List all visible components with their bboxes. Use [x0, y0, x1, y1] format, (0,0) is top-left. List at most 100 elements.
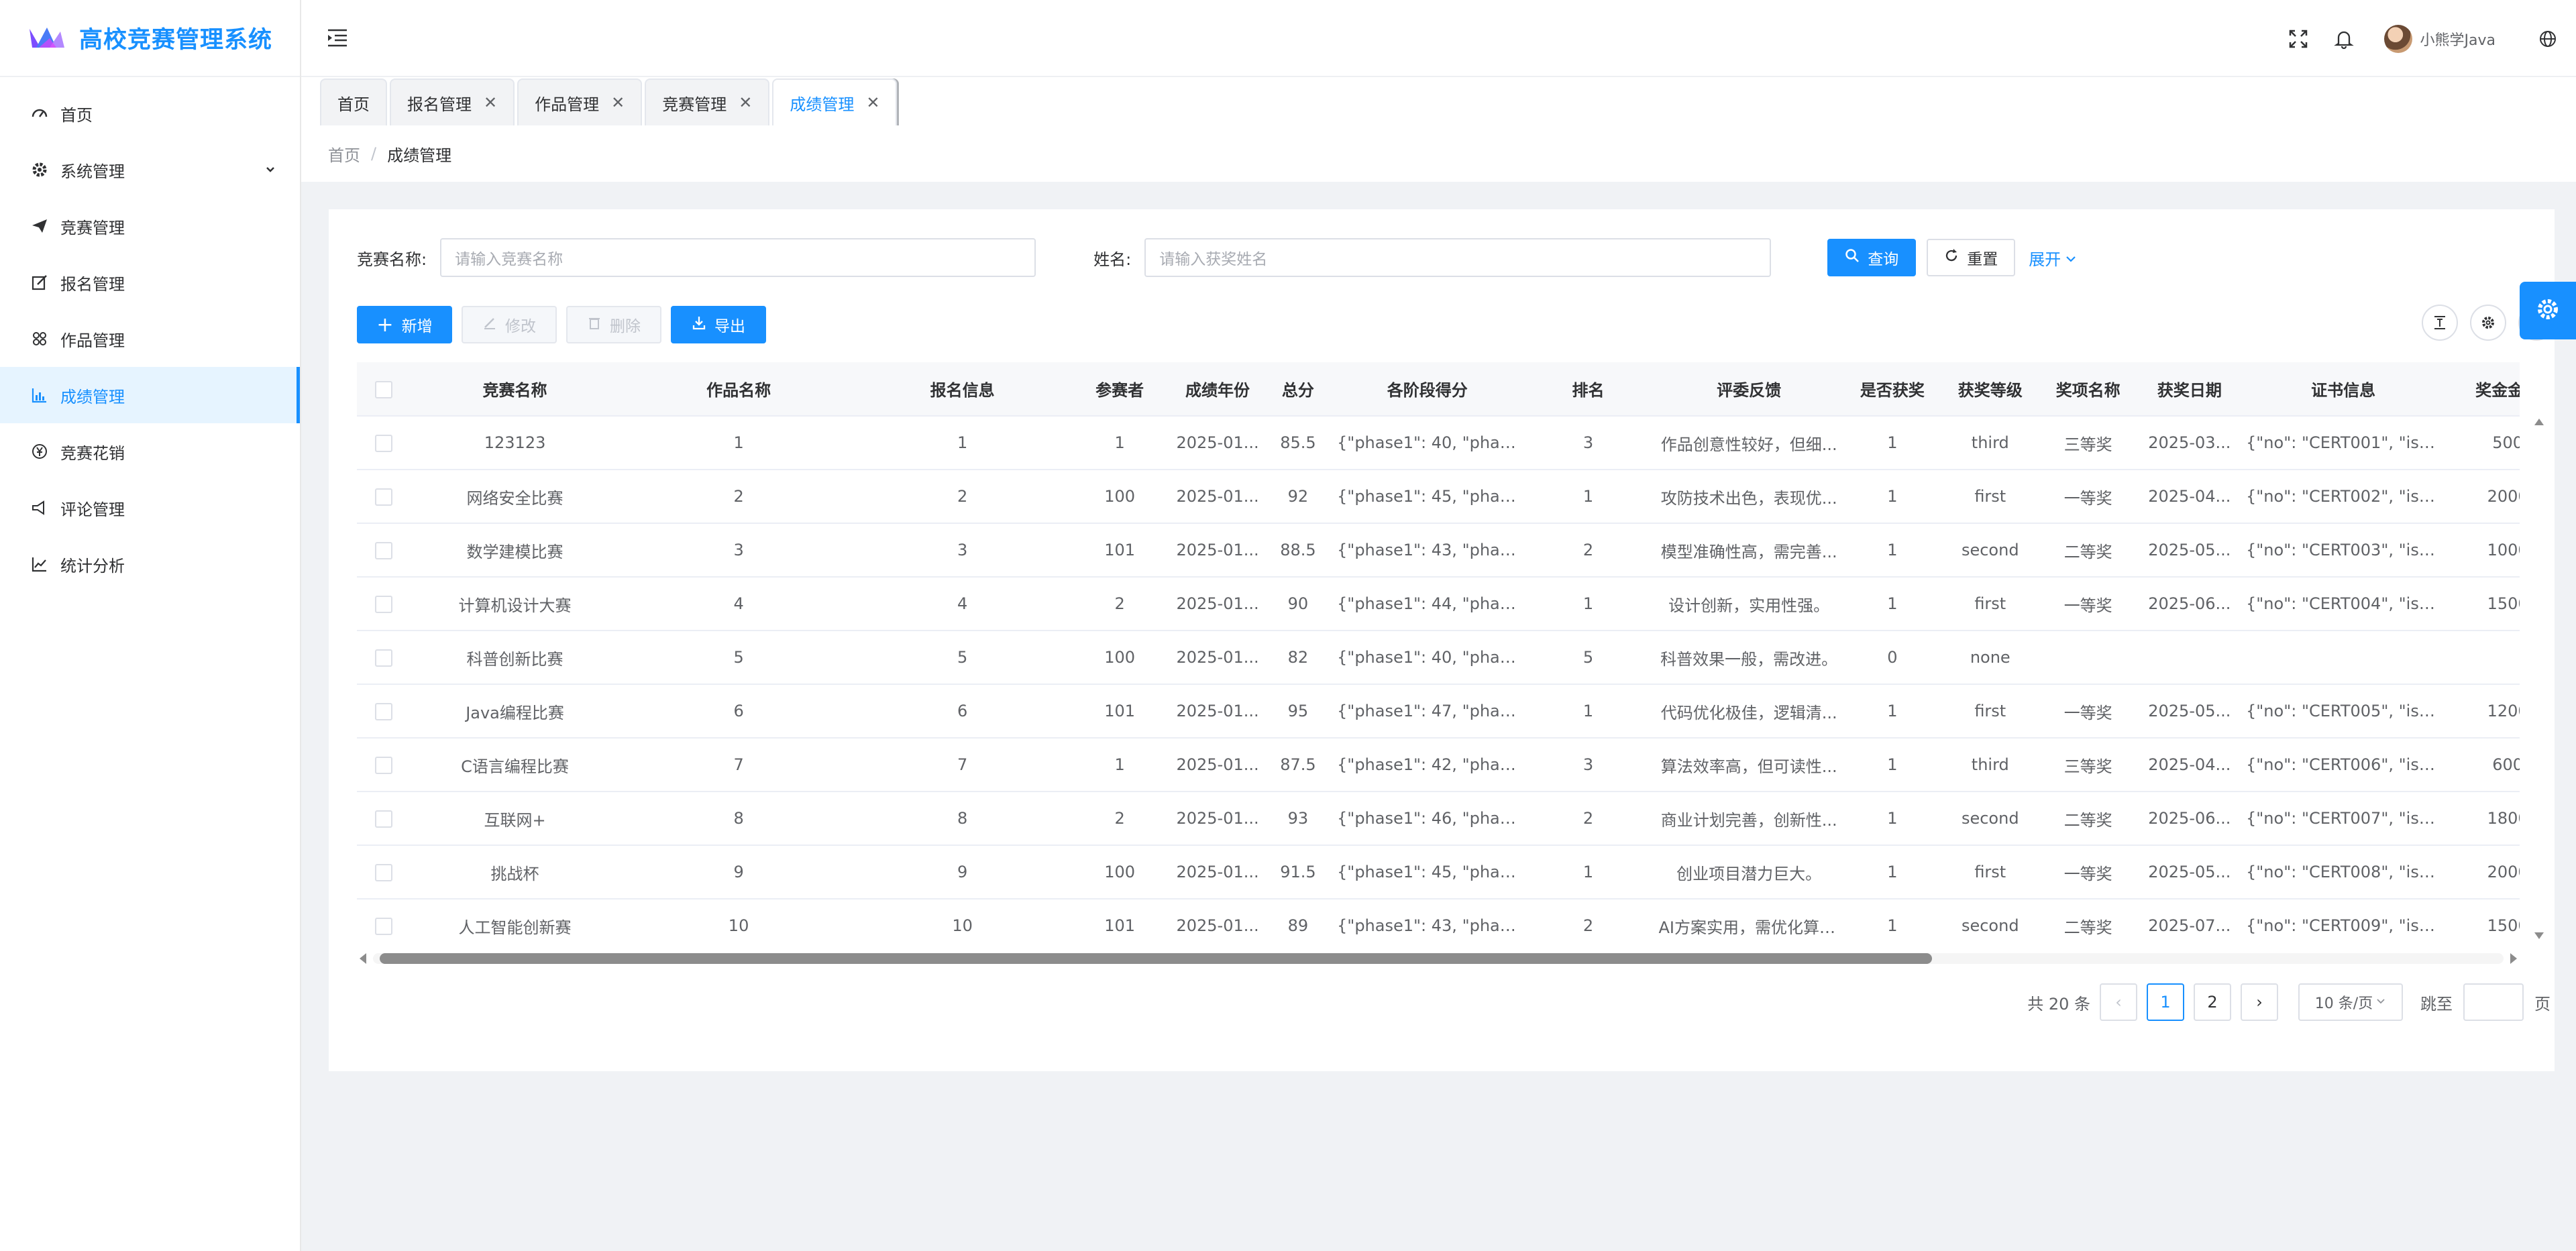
table-cell: 1500 — [2445, 899, 2520, 946]
select-all-checkbox[interactable] — [357, 362, 411, 417]
winner-name-input[interactable]: 请输入获奖姓名 — [1144, 238, 1772, 277]
column-header[interactable]: 排名 — [1521, 362, 1655, 417]
row-checkbox[interactable] — [357, 470, 411, 524]
row-checkbox[interactable] — [357, 577, 411, 631]
table-cell: 500 — [2445, 416, 2520, 470]
query-button[interactable]: 查询 — [1827, 239, 1917, 276]
export-button[interactable]: 导出 — [671, 306, 766, 343]
reset-button[interactable]: 重置 — [1927, 239, 2016, 276]
column-header[interactable]: 奖金金额 — [2445, 362, 2520, 417]
column-header[interactable]: 作品名称 — [619, 362, 858, 417]
close-icon[interactable]: ✕ — [739, 93, 752, 112]
close-icon[interactable]: ✕ — [866, 93, 879, 112]
tab-home[interactable]: 首页 — [320, 78, 387, 125]
delete-button[interactable]: 删除 — [566, 306, 661, 343]
sidebar-item-expenses[interactable]: 竞赛花销 — [0, 423, 300, 480]
table-row[interactable]: 123123 1 1 1 2025-01... 85.5 {"phase1": 40, "p… — [357, 416, 2520, 470]
table-cell: 一等奖 — [2039, 577, 2137, 631]
add-button[interactable]: + 新增 — [357, 306, 452, 343]
sidebar-item-competition[interactable]: 竞赛管理 — [0, 198, 300, 254]
table-row[interactable]: 网络安全比赛 2 2 100 2025-01... 92 {"phase1": 45, "p… — [357, 470, 2520, 524]
sidebar-item-comments[interactable]: 评论管理 — [0, 480, 300, 536]
table-row[interactable]: 数学建模比赛 3 3 101 2025-01... 88.5 {"phase1": 43, … — [357, 523, 2520, 578]
row-checkbox[interactable] — [357, 631, 411, 685]
menu-collapse-icon[interactable] — [325, 25, 350, 50]
sidebar-item-system[interactable]: 系统管理 — [0, 142, 300, 198]
breadcrumb-home[interactable]: 首页 — [328, 142, 360, 166]
jump-page-input[interactable] — [2463, 983, 2524, 1021]
page-1-button[interactable]: 1 — [2147, 983, 2184, 1021]
sidebar-item-works[interactable]: 作品管理 — [0, 311, 300, 367]
tab-competition[interactable]: 竞赛管理 ✕ — [645, 78, 770, 125]
competition-name-input[interactable]: 请输入竞赛名称 — [440, 238, 1036, 277]
globe-icon[interactable] — [2536, 27, 2560, 51]
tab-registration[interactable]: 报名管理 ✕ — [390, 78, 515, 125]
table-row[interactable]: 互联网+ 8 8 2 2025-01... 93 {"phase1": 46, "phase… — [357, 792, 2520, 846]
column-header[interactable]: 参赛者 — [1067, 362, 1173, 417]
bell-icon[interactable] — [2332, 27, 2356, 51]
prev-page-button[interactable]: ‹ — [2100, 983, 2137, 1021]
column-header[interactable]: 是否获奖 — [1843, 362, 1941, 417]
table-cell: 1 — [1843, 738, 1941, 792]
column-height-icon[interactable] — [2422, 305, 2458, 341]
page-2-button[interactable]: 2 — [2194, 983, 2231, 1021]
sidebar-item-label: 统计分析 — [60, 556, 125, 576]
close-icon[interactable]: ✕ — [611, 93, 625, 112]
column-header[interactable]: 获奖日期 — [2137, 362, 2242, 417]
row-checkbox[interactable] — [357, 523, 411, 578]
expand-link[interactable]: 展开 — [2029, 246, 2077, 270]
column-header[interactable]: 成绩年份 — [1172, 362, 1263, 417]
table-row[interactable]: 科普创新比赛 5 5 100 2025-01... 82 {"phase1": 40, "p… — [357, 631, 2520, 685]
column-header[interactable]: 评委反馈 — [1654, 362, 1843, 417]
table-cell: 一等奖 — [2039, 684, 2137, 739]
total-count: 共 20 条 — [2027, 994, 2090, 1014]
row-checkbox[interactable] — [357, 845, 411, 900]
table-row[interactable]: 人工智能创新赛 10 10 101 2025-01... 89 {"phase1": 43,… — [357, 899, 2520, 946]
settings-icon[interactable] — [2470, 305, 2506, 341]
close-icon[interactable]: ✕ — [484, 93, 497, 112]
row-checkbox[interactable] — [357, 792, 411, 846]
row-checkbox[interactable] — [357, 899, 411, 946]
logo[interactable]: 高校竞赛管理系统 — [0, 0, 300, 77]
sidebar-item-home[interactable]: 首页 — [0, 85, 300, 142]
theme-settings-button[interactable] — [2520, 282, 2576, 339]
table-cell: 2025-01... — [1172, 470, 1263, 524]
chevron-down-icon — [2065, 250, 2077, 269]
row-checkbox[interactable] — [357, 416, 411, 470]
scores-table-container[interactable]: 竞赛名称 作品名称 报名信息 参赛者 成绩年份 总分 各阶段得分 排名 评委反馈… — [357, 362, 2520, 946]
table-cell: 10 — [857, 899, 1067, 946]
column-header[interactable]: 证书信息 — [2242, 362, 2445, 417]
page-size-select[interactable]: 10 条/页 — [2298, 983, 2403, 1021]
horizontal-scrollbar[interactable] — [357, 947, 2520, 967]
table-cell: 10 — [619, 899, 858, 946]
user-menu[interactable]: 小熊学Java — [2383, 24, 2496, 53]
scrollbar-thumb[interactable] — [380, 953, 1932, 964]
edit-button-label: 修改 — [505, 318, 536, 335]
sidebar-item-registration[interactable]: 报名管理 — [0, 254, 300, 311]
table-row[interactable]: Java编程比赛 6 6 101 2025-01... 95 {"phase1": 47, … — [357, 684, 2520, 739]
table-row[interactable]: 挑战杯 9 9 100 2025-01... 91.5 {"phase1": 45, "ph… — [357, 845, 2520, 900]
column-header[interactable]: 各阶段得分 — [1333, 362, 1522, 417]
table-cell: 101 — [1067, 684, 1173, 739]
sidebar-item-scores[interactable]: 成绩管理 — [0, 367, 300, 423]
table-cell: 2 — [1067, 792, 1173, 846]
sidebar-item-statistics[interactable]: 统计分析 — [0, 536, 300, 592]
vertical-scrollbar[interactable] — [2529, 417, 2549, 940]
table-row[interactable]: C语言编程比赛 7 7 1 2025-01... 87.5 {"phase1": 42, "… — [357, 738, 2520, 792]
column-header[interactable]: 竞赛名称 — [410, 362, 620, 417]
column-header[interactable]: 获奖等级 — [1941, 362, 2039, 417]
row-checkbox[interactable] — [357, 684, 411, 739]
table-cell: {"no": "CERT001", "issuer... — [2242, 416, 2445, 470]
edit-button[interactable]: 修改 — [462, 306, 557, 343]
column-header[interactable]: 总分 — [1263, 362, 1334, 417]
table-cell: 0 — [1843, 631, 1941, 685]
tab-works[interactable]: 作品管理 ✕ — [517, 78, 643, 125]
column-header[interactable]: 奖项名称 — [2039, 362, 2137, 417]
column-header[interactable]: 报名信息 — [857, 362, 1067, 417]
table-row[interactable]: 计算机设计大赛 4 4 2 2025-01... 90 {"phase1": 44, "ph… — [357, 577, 2520, 631]
row-checkbox[interactable] — [357, 738, 411, 792]
table-cell: {"no": "CERT005", "issuer... — [2242, 684, 2445, 739]
tab-scores[interactable]: 成绩管理 ✕ — [772, 78, 898, 125]
fullscreen-icon[interactable] — [2286, 27, 2310, 51]
next-page-button[interactable]: › — [2241, 983, 2278, 1021]
